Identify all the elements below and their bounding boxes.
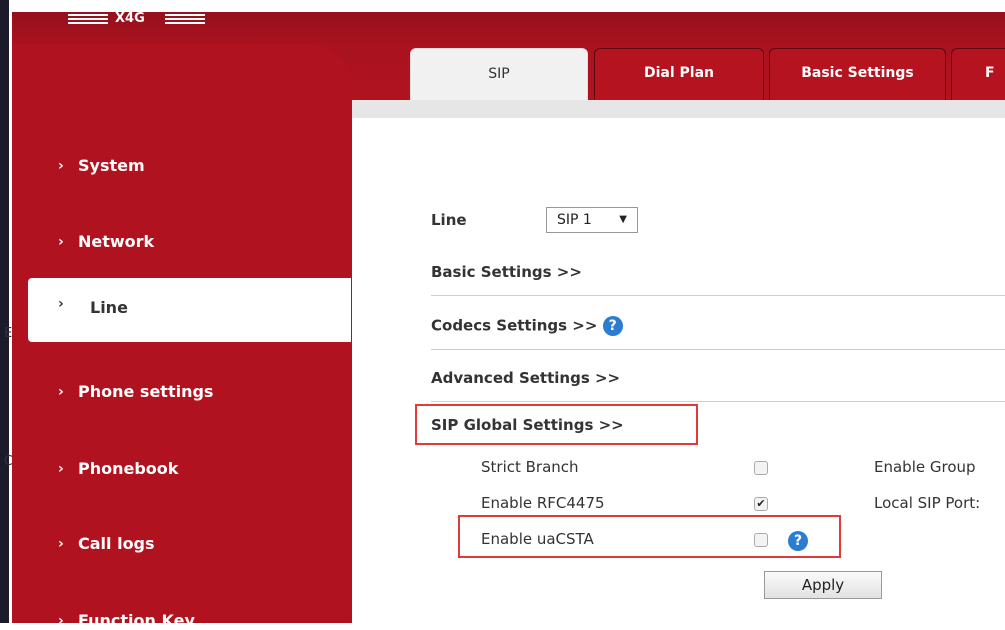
sip-global-settings-link[interactable]: SIP Global Settings >> xyxy=(431,416,624,434)
sidebar-item-system[interactable]: › System xyxy=(0,140,340,200)
tab-dial-plan[interactable]: Dial Plan xyxy=(594,48,764,100)
left-strip-letter: E xyxy=(4,326,13,341)
model-name: X4G xyxy=(115,11,145,26)
chevron-right-icon: › xyxy=(58,296,64,312)
enable-group-label: Enable Group xyxy=(874,458,976,476)
sidebar-item-phonebook[interactable]: › Phonebook xyxy=(0,443,340,503)
sidebar-item-phone-settings[interactable]: › Phone settings xyxy=(0,366,340,426)
logo-bars-right xyxy=(165,14,205,25)
sidebar-item-label: Function Key xyxy=(78,611,195,630)
strict-branch-label: Strict Branch xyxy=(481,458,579,476)
sidebar-item-function-key[interactable]: › Function Key xyxy=(0,595,340,630)
chevron-right-icon: › xyxy=(58,234,64,250)
sidebar-item-label: Line xyxy=(90,298,128,317)
chevron-right-icon: › xyxy=(58,536,64,552)
codecs-settings-label: Codecs Settings >> xyxy=(431,316,598,335)
sidebar-item-label: Phonebook xyxy=(78,459,179,478)
codecs-settings-link[interactable]: Codecs Settings >> ? xyxy=(431,316,623,336)
divider xyxy=(431,295,1005,296)
line-label: Line xyxy=(431,211,467,229)
line-select-value: SIP 1 xyxy=(557,212,592,228)
content-top-band xyxy=(352,100,1005,118)
tab-partial[interactable]: F xyxy=(951,48,1005,100)
chevron-right-icon: › xyxy=(58,158,64,174)
tab-sip[interactable]: SIP xyxy=(410,48,588,100)
brand-logo: X4G xyxy=(12,0,342,44)
divider xyxy=(431,349,1005,350)
sidebar-item-call-logs[interactable]: › Call logs xyxy=(0,518,340,578)
divider xyxy=(431,401,1005,402)
help-icon[interactable]: ? xyxy=(788,531,808,551)
line-select[interactable]: SIP 1 ▼ xyxy=(546,207,638,233)
sidebar-item-network[interactable]: › Network xyxy=(0,216,340,276)
basic-settings-link[interactable]: Basic Settings >> xyxy=(431,263,582,281)
enable-rfc4475-label: Enable RFC4475 xyxy=(481,494,605,512)
sidebar-item-label: System xyxy=(78,156,145,175)
apply-button[interactable]: Apply xyxy=(764,571,882,599)
chevron-right-icon: › xyxy=(58,384,64,400)
enable-uacsta-checkbox[interactable] xyxy=(754,533,768,547)
tab-basic-settings[interactable]: Basic Settings xyxy=(769,48,946,100)
enable-uacsta-label: Enable uaCSTA xyxy=(481,530,594,548)
dropdown-arrow-icon: ▼ xyxy=(619,214,627,225)
enable-rfc4475-checkbox[interactable]: ✔ xyxy=(754,497,768,511)
chevron-right-icon: › xyxy=(58,461,64,477)
local-sip-port-label: Local SIP Port: xyxy=(874,494,981,512)
sidebar-item-line[interactable]: › Line xyxy=(28,278,351,342)
advanced-settings-link[interactable]: Advanced Settings >> xyxy=(431,369,620,387)
help-icon[interactable]: ? xyxy=(602,316,623,336)
logo-bars-left xyxy=(68,14,108,25)
strict-branch-checkbox[interactable] xyxy=(754,461,768,475)
sidebar-item-label: Network xyxy=(78,232,155,251)
sidebar-item-label: Call logs xyxy=(78,534,155,553)
sidebar-item-label: Phone settings xyxy=(78,382,214,401)
chevron-right-icon: › xyxy=(58,613,64,629)
